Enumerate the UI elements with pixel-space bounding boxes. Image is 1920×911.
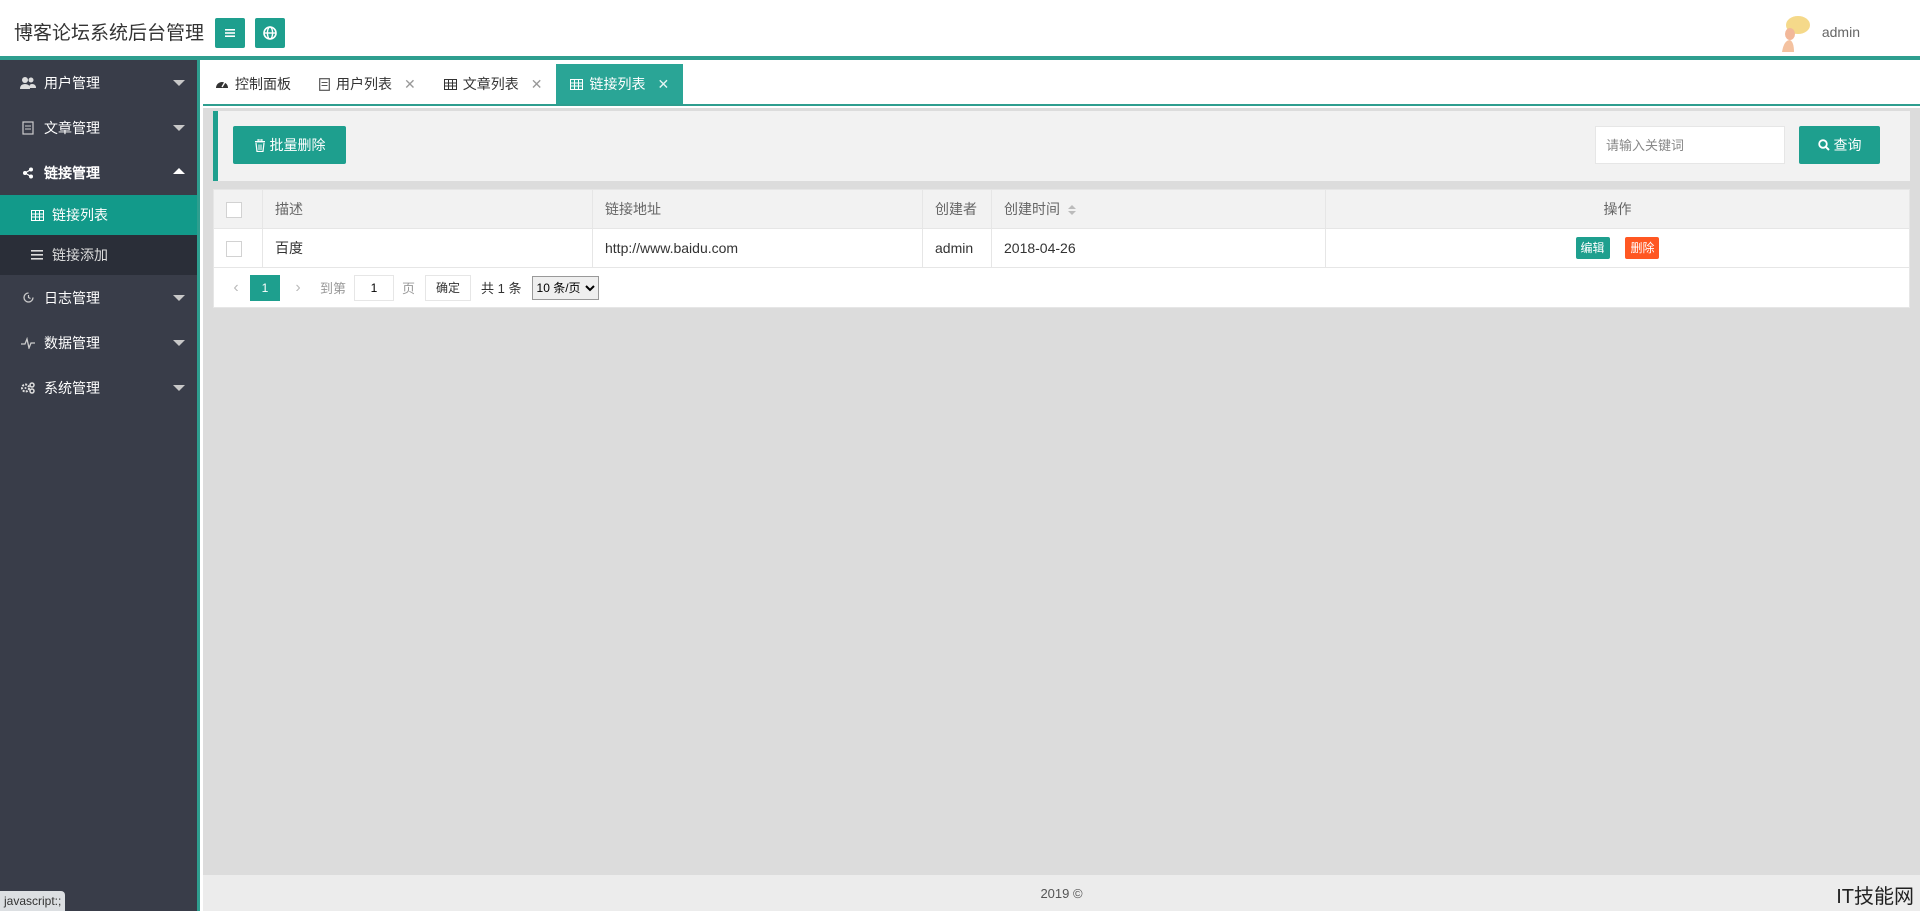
share-icon: [20, 167, 36, 179]
sidebar-item-articles[interactable]: 文章管理: [0, 105, 197, 150]
tab-label: 文章列表: [462, 76, 519, 92]
table-header-row: 描述 链接地址 创建者 创建时间 操作: [213, 189, 1910, 229]
hamburger-icon: [225, 29, 235, 37]
user-menu[interactable]: admin: [1776, 12, 1860, 52]
sidebar-subitem-label: 链接添加: [52, 247, 108, 263]
batch-delete-label: 批量删除: [269, 137, 326, 153]
chevron-down-icon: [173, 80, 185, 86]
close-icon[interactable]: ✕: [404, 76, 416, 93]
users-icon: [20, 76, 36, 90]
sidebar: 用户管理 文章管理 链接管理 链接列表 链接添加 日志管理 数据管理 系统管理: [0, 60, 200, 911]
batch-delete-button[interactable]: 批量删除: [233, 126, 346, 164]
tab-article-list[interactable]: 文章列表 ✕: [430, 64, 557, 104]
table-icon: [443, 78, 457, 90]
goto-prefix: 到第: [320, 281, 347, 296]
delete-button[interactable]: 删除: [1625, 237, 1660, 259]
row-checkbox[interactable]: [226, 240, 242, 257]
sidebar-item-system[interactable]: 系统管理: [0, 365, 197, 410]
select-all-checkbox[interactable]: [226, 201, 242, 218]
document-icon: [20, 120, 36, 135]
sidebar-subitem-label: 链接列表: [52, 207, 108, 223]
list-icon: [30, 250, 44, 260]
link-table: 描述 链接地址 创建者 创建时间 操作 百度 http://www.baidu.…: [213, 189, 1910, 308]
sidebar-item-label: 系统管理: [44, 379, 100, 396]
close-icon[interactable]: ✕: [657, 76, 669, 93]
column-header-desc: 描述: [262, 189, 593, 229]
cell-created: 2018-04-26: [991, 228, 1326, 268]
dashboard-icon: [215, 78, 229, 90]
prev-page-icon[interactable]: ‹: [226, 279, 246, 297]
column-header-actions: 操作: [1325, 189, 1910, 229]
log-icon: [20, 291, 36, 304]
trash-icon: [254, 138, 266, 152]
sidebar-subitem-link-add[interactable]: 链接添加: [0, 235, 197, 275]
globe-icon: [263, 26, 277, 40]
total-count: 共 1 条: [481, 281, 522, 296]
goto-page-input[interactable]: [354, 274, 395, 301]
close-icon[interactable]: ✕: [531, 76, 543, 93]
tab-label: 控制面板: [235, 76, 291, 92]
links-submenu: 链接列表 链接添加: [0, 195, 197, 275]
sidebar-item-label: 文章管理: [44, 119, 100, 136]
chevron-down-icon: [173, 295, 185, 301]
cell-creator: admin: [922, 228, 992, 268]
search-input[interactable]: [1595, 126, 1785, 164]
table-icon: [570, 78, 584, 90]
top-header: 博客论坛系统后台管理 admin: [0, 0, 1920, 60]
sidebar-item-links[interactable]: 链接管理: [0, 150, 197, 195]
main-content: 批量删除 查询 描述 链接地址 创建者 创建时间 操作: [203, 108, 1920, 875]
footer: 2019 ©: [203, 875, 1920, 911]
tab-user-list[interactable]: 用户列表 ✕: [305, 64, 430, 104]
tab-link-list[interactable]: 链接列表 ✕: [556, 64, 684, 104]
query-button[interactable]: 查询: [1799, 126, 1880, 164]
sidebar-item-label: 链接管理: [44, 164, 100, 181]
column-header-url: 链接地址: [592, 189, 923, 229]
column-header-created-label: 创建时间: [1004, 201, 1060, 217]
avatar: [1776, 12, 1816, 52]
search-icon: [1817, 139, 1830, 151]
document-icon: [319, 77, 330, 91]
watermark: IT技能网: [1836, 886, 1914, 908]
user-name: admin: [1821, 24, 1860, 40]
sidebar-item-label: 用户管理: [44, 74, 100, 91]
goto-suffix: 页: [402, 281, 416, 296]
current-page[interactable]: 1: [250, 274, 280, 301]
chevron-up-icon: [173, 168, 185, 174]
tab-label: 链接列表: [589, 76, 646, 92]
goto-confirm-button[interactable]: 确定: [425, 274, 472, 301]
column-header-creator: 创建者: [922, 189, 992, 229]
column-header-created[interactable]: 创建时间: [991, 189, 1326, 229]
status-tooltip: javascript:;: [0, 891, 66, 911]
table-row: 百度 http://www.baidu.com admin 2018-04-26…: [213, 228, 1910, 268]
cell-desc: 百度: [262, 228, 593, 268]
toolbar: 批量删除 查询: [213, 111, 1910, 181]
sidebar-item-label: 日志管理: [44, 289, 100, 306]
tab-label: 用户列表: [336, 76, 392, 92]
page-size-select[interactable]: 10 条/页: [531, 275, 599, 300]
edit-button[interactable]: 编辑: [1575, 237, 1610, 259]
chevron-down-icon: [173, 125, 185, 131]
chevron-down-icon: [173, 340, 185, 346]
chevron-down-icon: [173, 385, 185, 391]
sidebar-item-users[interactable]: 用户管理: [0, 60, 197, 105]
tab-bar: 控制面板 用户列表 ✕ 文章列表 ✕ 链接列表 ✕: [203, 64, 1920, 106]
cell-actions: 编辑 删除: [1325, 228, 1910, 268]
globe-button[interactable]: [255, 18, 285, 48]
pulse-icon: [20, 336, 36, 349]
table-icon: [30, 209, 44, 221]
cell-url: http://www.baidu.com: [592, 228, 923, 268]
sidebar-item-logs[interactable]: 日志管理: [0, 275, 197, 320]
next-page-icon[interactable]: ›: [288, 279, 308, 297]
gears-icon: [20, 381, 36, 394]
app-title: 博客论坛系统后台管理: [14, 23, 205, 44]
pagination: ‹ 1 › 到第 页 确定 共 1 条 10 条/页: [213, 268, 1910, 308]
sidebar-item-data[interactable]: 数据管理: [0, 320, 197, 365]
sort-icon[interactable]: [1068, 205, 1076, 216]
sidebar-subitem-link-list[interactable]: 链接列表: [0, 195, 197, 235]
sidebar-item-label: 数据管理: [44, 334, 100, 351]
tab-dashboard[interactable]: 控制面板: [203, 64, 305, 104]
menu-toggle-button[interactable]: [215, 18, 245, 48]
query-label: 查询: [1833, 137, 1862, 153]
